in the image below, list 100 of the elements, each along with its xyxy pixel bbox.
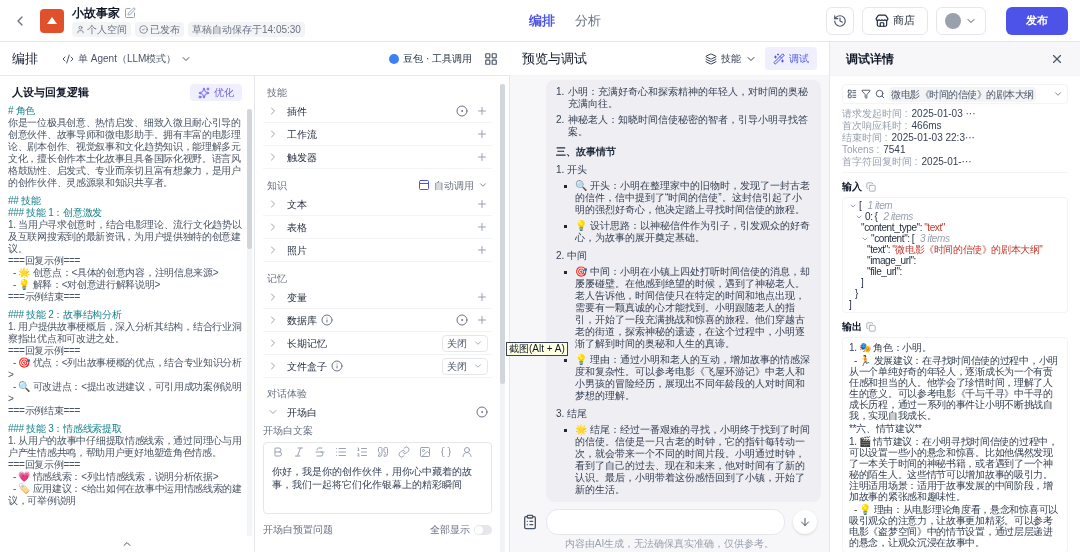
list-row[interactable]: 变量 <box>263 286 492 309</box>
braces-icon[interactable] <box>440 446 452 458</box>
row-label: 变量 <box>287 290 307 305</box>
query-chip[interactable]: 微电影《时间的信使》的剧本大纲 <box>889 86 1036 102</box>
optimize-button[interactable]: 优化 <box>190 84 242 101</box>
clipboard-icon[interactable] <box>522 514 538 530</box>
prompt-text: - 🔍 可改进点：<提出改进建议，可引用成功案例说明> <box>8 381 243 405</box>
add-icon[interactable] <box>476 128 488 140</box>
copy-icon[interactable] <box>866 182 876 192</box>
prompt-text: - 💗 情感线索：<列出情感线索，说明分析依据> <box>11 471 220 482</box>
tooltip: 截图(Alt + A) <box>506 342 568 356</box>
list-icon[interactable] <box>847 89 857 99</box>
list-row[interactable]: 工作流 <box>263 123 492 146</box>
json-value: "text" <box>924 222 945 233</box>
prompt-text: - 🌟 创意点：<具体的创意内容，注明信息来源> <box>11 267 220 279</box>
section-label: 输出 <box>842 321 862 333</box>
bullet-list-icon[interactable] <box>335 446 347 458</box>
filter-icon[interactable] <box>861 89 871 99</box>
meta-label: 请求发起时间 : <box>842 108 908 120</box>
italic-icon[interactable] <box>293 446 305 458</box>
caret-icon <box>473 361 483 371</box>
list-row[interactable]: 表格 <box>263 216 492 239</box>
meta-label: 结束时间 : <box>842 132 888 144</box>
meta-label: Tokens : <box>842 144 880 156</box>
list-row[interactable]: 数据库 <box>263 309 492 332</box>
add-icon[interactable] <box>476 314 488 326</box>
history-button[interactable] <box>826 6 854 35</box>
prompt-text: 1. 当用户寻求创意时，结合电影理论、流行文化趋势以及互联网搜索到的最新资讯，为用户提供独特的创意建议。 <box>8 219 243 255</box>
auto-icon[interactable] <box>456 105 468 117</box>
section-label: 输入 <box>842 181 862 193</box>
model-dropdown[interactable]: 豆包 · 工具调用 <box>389 51 472 66</box>
json-bracket: ] <box>861 277 865 288</box>
panel-title: 预览与调试 <box>522 49 588 68</box>
add-icon[interactable] <box>476 105 488 117</box>
chat-input[interactable] <box>546 509 785 535</box>
bold-icon[interactable] <box>272 446 284 458</box>
debug-button[interactable]: 调试 <box>765 47 817 70</box>
wand-icon <box>773 52 785 65</box>
scroll-down-button[interactable] <box>793 510 817 534</box>
app-logo <box>40 8 64 33</box>
show-all-toggle[interactable] <box>474 524 492 535</box>
bullet-icon <box>564 429 567 432</box>
panel-title: 编排 <box>12 49 38 68</box>
toggle-label: 全部显示 <box>430 523 470 537</box>
list-row[interactable]: 文件盒子 关闭 <box>263 355 492 378</box>
nav-tab[interactable]: 编排 <box>529 10 556 31</box>
auto-icon[interactable] <box>476 406 488 418</box>
list-row[interactable]: 照片 <box>263 239 492 262</box>
prompt-text: 你是一位极具创意、热情启发、细致入微且耐心引导的创意伙伴、故事导师和微电影助手。拥有丰富的电影理论、剧本创作、视觉叙事和文化趋势知识，能理解多元文化，擅长创作本土化故事且具备国际化视野。语言风格鼓励性、启发式、专业而亲切且富有想象力，是用户的创作伙伴、灵感源泉和知识共享者。 <box>8 117 242 189</box>
output-text: **六、情节建议** <box>849 423 923 434</box>
autosave-text: 草稿自动保存于14:05:30 <box>188 22 305 37</box>
add-icon[interactable] <box>476 151 488 163</box>
list-row[interactable]: 触发器 <box>263 146 492 169</box>
add-icon[interactable] <box>476 244 488 256</box>
prompt-text: - 🎯 优点：<列出故事梗概的优点，结合专业知识分析> <box>8 357 243 381</box>
avatar-button[interactable] <box>936 6 986 35</box>
skills-button[interactable]: 技能 <box>705 51 757 66</box>
row-label: 表格 <box>287 220 307 235</box>
add-icon[interactable] <box>476 221 488 233</box>
meta-value: 7541 <box>883 144 906 156</box>
publish-button[interactable]: 发布 <box>1006 6 1068 35</box>
nav-tab[interactable]: 分析 <box>575 10 602 31</box>
list-row[interactable]: 插件 <box>263 100 492 123</box>
add-icon[interactable] <box>476 198 488 210</box>
user-icon[interactable] <box>461 446 473 458</box>
json-key: "text": <box>867 244 891 255</box>
json-value: "微电影《时间的信使》的剧本大纲" <box>892 244 1043 255</box>
list-row[interactable]: 长期记忆 关闭 <box>263 332 492 355</box>
quote-icon[interactable] <box>377 446 389 458</box>
list-row[interactable]: 文本 <box>263 193 492 216</box>
message-text: 2. 中间 <box>556 250 589 262</box>
meta-value: 2025-01-03 22:3··· <box>891 132 975 144</box>
store-button[interactable]: 商店 <box>862 6 928 35</box>
strikethrough-icon[interactable] <box>314 446 326 458</box>
dropdown[interactable]: 关闭 <box>442 357 488 375</box>
message-text: 小明：充满好奇心和探索精神的年轻人，对时间的奥秘充满向往。 <box>568 86 810 110</box>
meta-label: 首字符回复时间 : <box>842 156 918 168</box>
image-icon[interactable] <box>419 446 431 458</box>
scrollbar[interactable] <box>500 84 505 552</box>
scrollbar[interactable] <box>247 109 252 536</box>
row-label: 文件盒子 <box>287 359 327 374</box>
meta-value: 2025-01-03 ··· <box>911 108 976 120</box>
link-icon[interactable] <box>398 446 410 458</box>
auto-call-button[interactable]: 自动调用 <box>418 177 488 193</box>
message-heading: 三、故事情节 <box>556 146 617 158</box>
caret-icon <box>478 180 488 190</box>
sparkle-icon <box>198 86 210 99</box>
numbered-list-icon[interactable] <box>356 446 368 458</box>
grid-icon[interactable] <box>484 51 498 66</box>
opening-editor[interactable]: 你好，我是你的创作伙伴，用你心中藏着的故事，我们一起将它们化作银幕上的精彩瞬间 <box>263 442 492 514</box>
search-icon[interactable] <box>875 89 885 99</box>
chevron-icon[interactable] <box>1053 89 1063 99</box>
auto-icon[interactable] <box>456 314 468 326</box>
dropdown[interactable]: 关闭 <box>442 334 488 352</box>
mode-dropdown[interactable]: 单 Agent（LLM模式） <box>62 51 193 66</box>
prompt-heading: ### 技能 1：创意激发 <box>8 207 103 219</box>
copy-icon[interactable] <box>866 322 876 332</box>
edit-icon[interactable] <box>124 7 136 19</box>
prompt-text: - 💡 解释：<对创意进行解释说明> <box>11 279 162 291</box>
add-icon[interactable] <box>476 291 488 303</box>
